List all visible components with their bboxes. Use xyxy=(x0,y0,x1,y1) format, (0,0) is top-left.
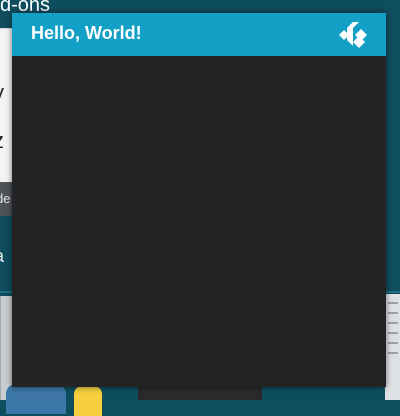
dialog-header: Hello, World! xyxy=(12,13,386,56)
background-panel-text: y xyxy=(0,80,4,106)
python-logo-icon xyxy=(6,384,66,414)
background-addon-thumbnail[interactable] xyxy=(138,386,262,400)
hello-world-dialog: Hello, World! xyxy=(12,13,386,387)
python-logo-icon xyxy=(74,386,102,416)
background-panel-text: z xyxy=(0,128,4,154)
dialog-title: Hello, World! xyxy=(31,23,142,43)
background-item-text: a xyxy=(0,246,4,267)
background-addon-thumbnail[interactable] xyxy=(385,294,400,400)
kodi-logo-icon xyxy=(339,22,367,48)
